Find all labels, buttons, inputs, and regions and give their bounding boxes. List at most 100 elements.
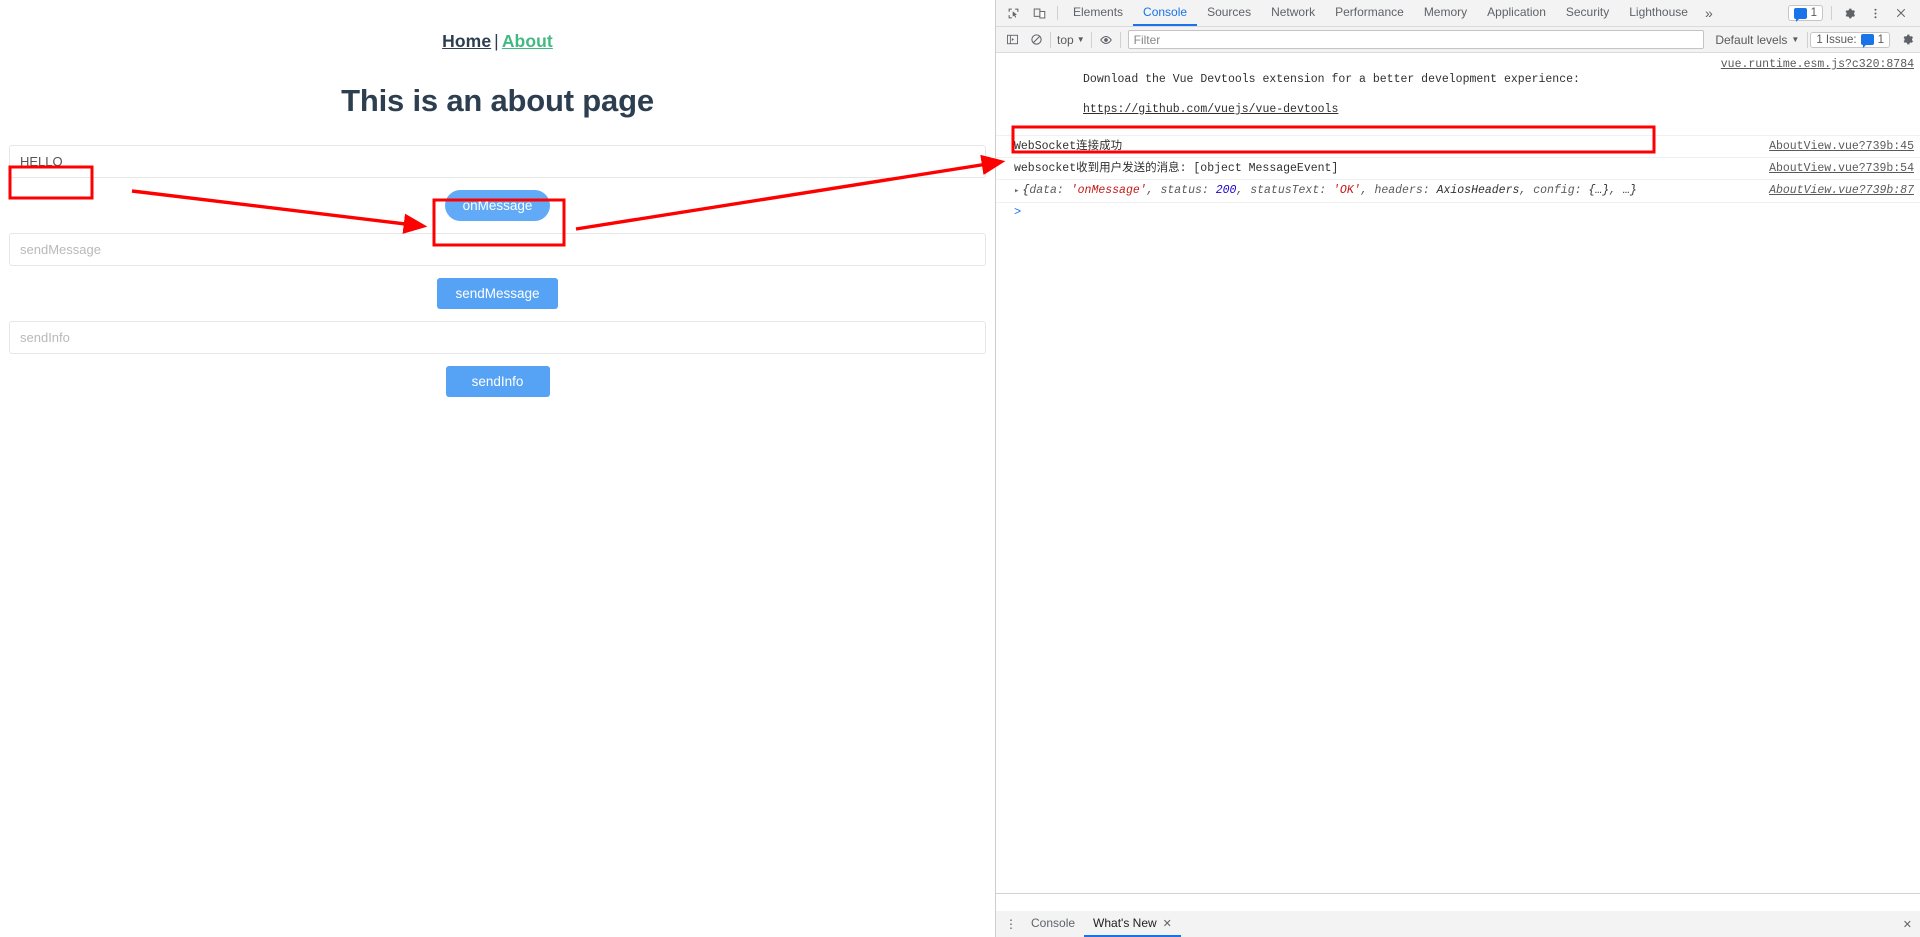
message-form: HELLO onMessage sendMessage sendMessage … (0, 145, 995, 397)
inspect-element-icon[interactable] (1000, 0, 1026, 26)
execution-context-value: top (1057, 32, 1074, 47)
site-nav: Home | About (0, 0, 995, 52)
more-tabs-icon[interactable]: » (1698, 0, 1720, 26)
issues-message-icon (1793, 7, 1807, 22)
console-sidebar-icon[interactable] (1000, 27, 1024, 53)
log-levels-value: Default levels (1715, 32, 1788, 47)
issues-count: 1 (1810, 7, 1817, 19)
filterbar-divider-4 (1807, 31, 1809, 48)
tab-sources[interactable]: Sources (1197, 0, 1261, 26)
obj-val-status: 200 (1215, 184, 1237, 197)
sendmessage-input-row: sendMessage (9, 233, 986, 266)
console-row-source[interactable]: AboutView.vue?739b:45 (1769, 139, 1914, 154)
console-row-text: websocket收到用户发送的消息: [object MessageEvent… (1014, 162, 1339, 175)
console-prompt-caret: > (1014, 205, 1022, 219)
drawer-more-options-icon[interactable]: ⋮ (1000, 911, 1022, 937)
obj-key-status: , status: (1146, 184, 1216, 197)
devtools-panel: Elements Console Sources Network Perform… (995, 0, 1920, 937)
message-input[interactable]: HELLO (9, 145, 986, 178)
console-row-text: ▸ {data: 'onMessage', status: 200, status… (1014, 183, 1761, 199)
issues-status-chip[interactable]: 1 Issue: 1 (1810, 31, 1890, 48)
issues-chip[interactable]: 1 (1787, 5, 1823, 22)
sendmessage-button[interactable]: sendMessage (437, 278, 558, 309)
drawer-close-icon[interactable]: ✕ (1903, 918, 1912, 931)
drawer-tab-whats-new-label: What's New (1093, 916, 1157, 930)
sendmessage-input[interactable]: sendMessage (9, 233, 986, 266)
drawer-tabbar: ⋮ Console What's New ✕ ✕ (996, 911, 1920, 937)
chevron-down-icon-levels: ▼ (1791, 35, 1800, 44)
tab-memory[interactable]: Memory (1414, 0, 1477, 26)
obj-key-headers: , headers: (1360, 184, 1437, 197)
tabbar-divider (1057, 6, 1058, 20)
nav-link-home[interactable]: Home (442, 31, 491, 51)
obj-val-headers: AxiosHeaders (1436, 184, 1520, 197)
obj-val-data: 'onMessage' (1070, 184, 1147, 197)
tab-security[interactable]: Security (1556, 0, 1619, 26)
devtools-tabbar: Elements Console Sources Network Perform… (996, 0, 1920, 27)
console-filterbar: top ▼ Default levels ▼ 1 Issue: 1 (996, 27, 1920, 53)
vue-devtools-url[interactable]: https://github.com/vuejs/vue-devtools (1083, 103, 1338, 116)
close-devtools-icon[interactable] (1888, 7, 1914, 19)
console-prompt[interactable]: > (996, 203, 1920, 221)
drawer-tab-close-icon[interactable]: ✕ (1163, 917, 1172, 930)
obj-val-config: {…} (1588, 184, 1610, 197)
clear-console-icon[interactable] (1024, 27, 1048, 53)
message-input-row: HELLO (9, 145, 986, 178)
console-row-websocket-received[interactable]: websocket收到用户发送的消息: [object MessageEvent… (996, 158, 1920, 180)
sendinfo-input-row: sendInfo (9, 321, 986, 354)
console-message-list[interactable]: Download the Vue Devtools extension for … (996, 54, 1920, 893)
obj-key-data: data: (1029, 184, 1071, 197)
console-filter-input[interactable] (1127, 30, 1705, 49)
log-levels-select[interactable]: Default levels ▼ (1709, 33, 1805, 47)
console-row-source[interactable]: AboutView.vue?739b:54 (1769, 161, 1914, 176)
device-toolbar-icon[interactable] (1026, 0, 1052, 26)
tab-application[interactable]: Application (1477, 0, 1556, 26)
drawer-tab-console-label: Console (1031, 916, 1076, 930)
more-options-icon[interactable] (1862, 7, 1888, 20)
sendinfo-input[interactable]: sendInfo (9, 321, 986, 354)
nav-link-about[interactable]: About (502, 31, 553, 51)
nav-separator: | (494, 31, 499, 51)
drawer-tab-whats-new[interactable]: What's New ✕ (1084, 911, 1181, 937)
execution-context-select[interactable]: top ▼ (1053, 33, 1089, 47)
console-row-source[interactable]: AboutView.vue?739b:87 (1769, 183, 1914, 198)
drawer-tabbar-right: ✕ (1903, 911, 1920, 937)
obj-key-rest: , (1609, 184, 1623, 197)
obj-val-statustext: 'OK' (1333, 184, 1361, 197)
issues-status-count: 1 (1877, 33, 1884, 46)
vue-hint-line1: Download the Vue Devtools extension for … (1083, 73, 1580, 86)
obj-close-brace: } (1629, 184, 1637, 197)
console-row-source[interactable]: vue.runtime.esm.js?c320:8784 (1721, 57, 1914, 72)
console-settings-icon[interactable] (1894, 33, 1920, 46)
tab-performance[interactable]: Performance (1325, 0, 1414, 26)
console-row-axios-response[interactable]: ▸ {data: 'onMessage', status: 200, status… (996, 180, 1920, 203)
obj-val-rest: … (1622, 184, 1630, 197)
console-row-vue-devtools-hint[interactable]: Download the Vue Devtools extension for … (996, 54, 1920, 136)
devtools-tabbar-right: 1 (1787, 0, 1920, 26)
sendinfo-button[interactable]: sendInfo (445, 366, 550, 397)
screenshot-root: Home | About This is an about page HELLO o… (0, 0, 1920, 937)
tab-lighthouse[interactable]: Lighthouse (1619, 0, 1698, 26)
web-page-viewport: Home | About This is an about page HELLO o… (0, 0, 995, 937)
page-title: This is an about page (341, 83, 654, 118)
tab-network[interactable]: Network (1261, 0, 1325, 26)
filterbar-divider-2 (1090, 31, 1092, 48)
onmessage-button[interactable]: onMessage (444, 190, 551, 221)
tabbar-right-divider (1831, 6, 1832, 20)
drawer-tab-console[interactable]: Console (1022, 911, 1084, 937)
console-row-websocket-connected[interactable]: WebSocket连接成功 AboutView.vue?739b:45 (996, 136, 1920, 158)
obj-key-statustext: , statusText: (1236, 184, 1334, 197)
filterbar-divider-1 (1050, 31, 1051, 48)
live-expression-icon[interactable] (1094, 27, 1118, 53)
tab-console[interactable]: Console (1133, 0, 1198, 26)
disclosure-triangle-icon[interactable]: ▸ (1014, 186, 1019, 196)
devtools-drawer: ⋮ Console What's New ✕ ✕ (996, 893, 1920, 937)
sendinfo-button-row: sendInfo (9, 366, 986, 397)
tab-elements[interactable]: Elements (1063, 0, 1133, 26)
settings-gear-icon[interactable] (1836, 7, 1862, 20)
